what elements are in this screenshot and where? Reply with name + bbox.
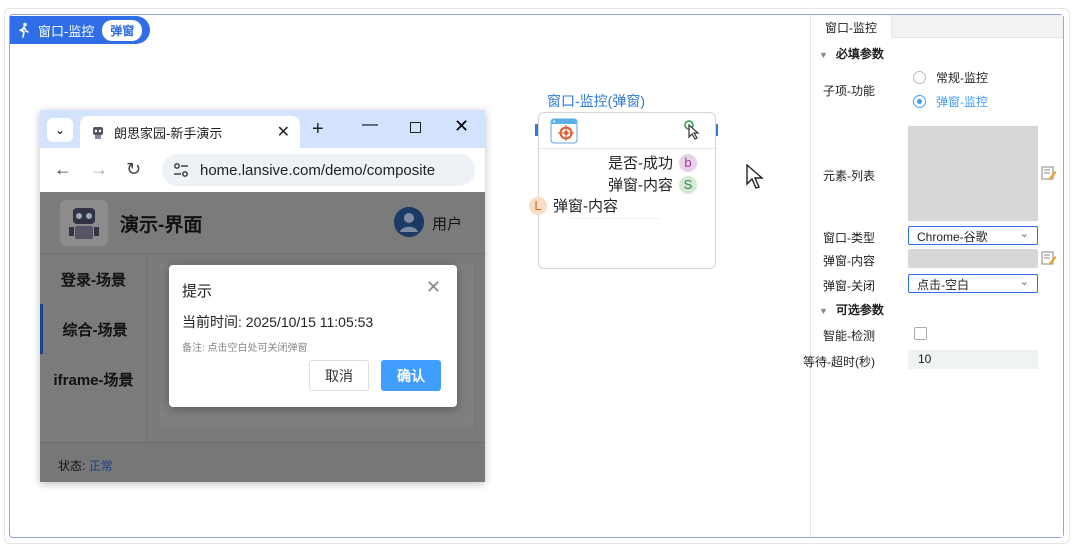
new-tab-icon[interactable]: + (312, 118, 324, 141)
smart-detect-checkbox[interactable] (914, 327, 927, 340)
input-label: 弹窗-内容 (553, 198, 618, 215)
back-icon[interactable]: ← (54, 159, 72, 180)
tab-close-icon[interactable]: ✕ (277, 122, 290, 142)
list-type-badge: L (529, 196, 547, 215)
robot-logo-icon (60, 200, 108, 246)
status-bar: 状态: 正常 (40, 442, 485, 482)
edit-icon[interactable] (1041, 250, 1057, 266)
string-type-badge: S (679, 175, 697, 194)
minimize-icon[interactable]: — (362, 116, 378, 134)
window-close-icon[interactable]: ✕ (454, 116, 469, 137)
chevron-down-icon: ⌄ (54, 123, 66, 137)
page-title: 演示-界面 (120, 215, 203, 236)
option-popup-monitor[interactable]: 弹窗-监控 (913, 93, 988, 110)
window-target-icon (550, 118, 578, 144)
bool-type-badge: b (679, 153, 697, 172)
option-normal-monitor[interactable]: 常规-监控 (913, 69, 988, 86)
optional-section-header[interactable]: ▼ 可选参数 (819, 301, 884, 318)
window-type-label: 窗口-类型 (823, 231, 875, 245)
page-sidebar: 登录-场景 综合-场景 iframe-场景 (40, 254, 147, 442)
forward-icon[interactable]: → (90, 159, 108, 180)
popup-tag: 弹窗 (102, 19, 143, 41)
collapse-triangle-icon: ▼ (819, 306, 828, 316)
cancel-button[interactable]: 取消 (309, 360, 369, 391)
confirm-button[interactable]: 确认 (381, 360, 441, 391)
radio-unchecked[interactable] (913, 71, 926, 84)
popup-content-label: 弹窗-内容 (823, 254, 875, 268)
element-list-label: 元素-列表 (823, 169, 875, 183)
dialog-note: 备注: 点击空白处可关闭弹窗 (182, 343, 308, 354)
timeout-input[interactable]: 10 (908, 350, 1038, 369)
page-header: 演示-界面 用户 (40, 192, 485, 254)
chevron-down-icon: ⌄ (1019, 228, 1029, 240)
status-value: 正常 (88, 459, 113, 473)
option-label: 常规-监控 (936, 71, 988, 85)
url-text: home.lansive.com/demo/composite (200, 161, 436, 179)
node-divider (569, 218, 659, 219)
time-label: 当前时间: (182, 314, 246, 330)
popup-close-select[interactable]: 点击-空白 ⌄ (908, 274, 1038, 293)
element-list-box[interactable] (908, 126, 1038, 221)
popup-close-value: 点击-空白 (917, 278, 969, 292)
radio-checked[interactable] (913, 95, 926, 108)
popup-content-field[interactable] (908, 249, 1038, 268)
tab-search-button[interactable]: ⌄ (47, 118, 73, 142)
properties-panel: 窗口-监控 ▼ 必填参数 子项-功能 常规-监控 弹窗-监控 元素-列表 窗口-类… (803, 15, 1063, 537)
sidebar-item-iframe[interactable]: iframe-场景 (40, 354, 147, 404)
chevron-down-icon: ⌄ (1019, 276, 1029, 288)
browser-tab[interactable]: 朗思家园-新手演示 ✕ (80, 116, 300, 148)
maximize-icon[interactable] (410, 122, 421, 133)
required-section-title: 必填参数 (835, 47, 884, 61)
dialog-time: 当前时间: 2025/10/15 11:05:53 (182, 312, 373, 332)
node-header (539, 113, 715, 149)
output-label: 弹窗-内容 (608, 177, 673, 194)
time-value: 2025/10/15 11:05:53 (245, 314, 374, 330)
site-settings-icon[interactable] (172, 161, 190, 179)
popup-close-label: 弹窗-关闭 (823, 279, 875, 293)
window-type-value: Chrome-谷歌 (917, 230, 988, 244)
tab-strip: ⌄ 朗思家园-新手演示 ✕ + — ✕ (40, 110, 485, 148)
tab-window-monitor[interactable]: 窗口-监控 (811, 15, 892, 38)
option-label: 弹窗-监控 (936, 95, 988, 109)
flow-title-pill[interactable]: 窗口-监控 弹窗 (10, 16, 150, 44)
robot-favicon-icon (93, 127, 103, 139)
address-bar[interactable]: home.lansive.com/demo/composite (162, 154, 475, 186)
flow-title: 窗口-监控 (38, 23, 95, 39)
alert-dialog: 提示 ✕ 当前时间: 2025/10/15 11:05:53 备注: 点击空白处… (169, 265, 457, 407)
optional-section-title: 可选参数 (835, 303, 884, 317)
browser-window: ⌄ 朗思家园-新手演示 ✕ + — ✕ ← → ↻ home.lansive.c… (40, 110, 485, 482)
output-label: 是否-成功 (608, 155, 673, 172)
pointer-target-icon[interactable] (682, 119, 704, 141)
required-section-header[interactable]: ▼ 必填参数 (819, 45, 884, 62)
sub-function-label: 子项-功能 (823, 84, 875, 98)
reload-icon[interactable]: ↻ (126, 159, 141, 180)
collapse-triangle-icon: ▼ (819, 50, 828, 60)
walk-icon (19, 22, 29, 38)
dialog-close-icon[interactable]: ✕ (426, 277, 441, 298)
node-title[interactable]: 窗口-监控(弹窗) (547, 91, 645, 111)
tab-title: 朗思家园-新手演示 (114, 125, 223, 141)
dialog-title: 提示 (182, 283, 213, 300)
sidebar-item-composite[interactable]: 综合-场景 (40, 304, 147, 354)
window-monitor-node[interactable]: 是否-成功 b 弹窗-内容 S (538, 112, 716, 269)
edit-icon[interactable] (1041, 165, 1057, 181)
output-is-success[interactable]: 是否-成功 b (608, 152, 697, 173)
browser-toolbar: ← → ↻ home.lansive.com/demo/composite (40, 148, 485, 192)
smart-detect-label: 智能-检测 (823, 329, 875, 343)
status-label: 状态: (58, 459, 86, 473)
output-popup-content[interactable]: 弹窗-内容 S (608, 174, 697, 195)
sidebar-item-login[interactable]: 登录-场景 (40, 254, 147, 304)
panel-tabbar: 窗口-监控 (811, 15, 1063, 38)
canvas-area: 窗口-监控 弹窗 ⌄ 朗思家园-新手演示 ✕ + — ✕ ← → ↻ home.… (0, 0, 1078, 552)
timeout-label: 等待-超时(秒) (803, 355, 875, 369)
window-type-select[interactable]: Chrome-谷歌 ⌄ (908, 226, 1038, 245)
user-name[interactable]: 用户 (432, 213, 462, 234)
mouse-cursor-icon (746, 164, 764, 189)
user-avatar-icon[interactable] (394, 207, 424, 237)
input-popup-content[interactable]: L 弹窗-内容 (529, 195, 618, 216)
